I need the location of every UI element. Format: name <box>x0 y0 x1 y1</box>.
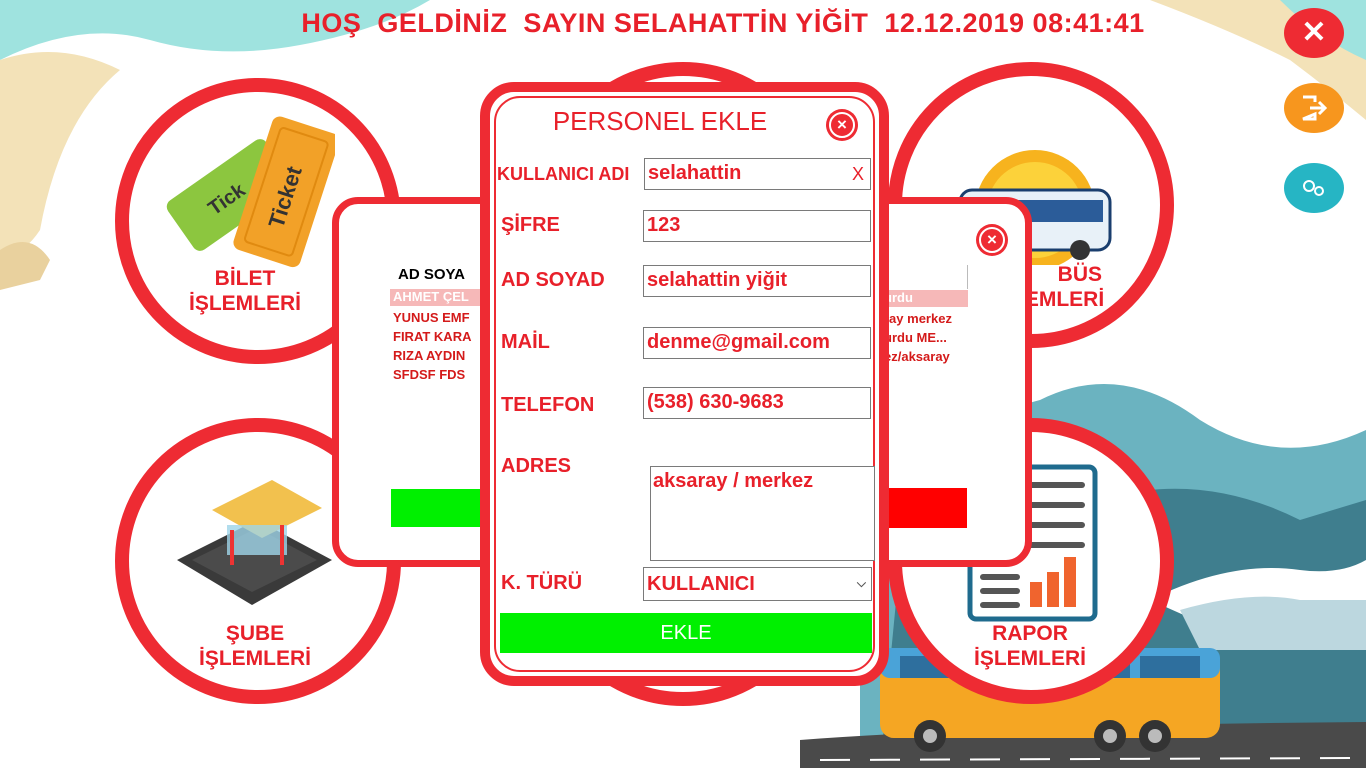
add-personnel-button[interactable]: EKLE <box>500 613 872 653</box>
user-type-label: K. TÜRÜ <box>501 572 583 594</box>
welcome-header: HOŞ GELDİNİZ SAYIN SELAHATTİN YİĞİT 12.1… <box>301 8 1145 38</box>
personnel-list-header: AD SOYA <box>398 266 465 283</box>
close-icon: ✕ <box>1301 16 1327 49</box>
dialog-title: PERSONEL EKLE <box>552 106 768 136</box>
list-item[interactable]: YUNUS EMF <box>393 308 470 327</box>
branch-menu-label: ŞUBE İŞLEMLERİ <box>198 622 311 670</box>
bus-stop-icon <box>177 480 332 605</box>
list-item[interactable]: ray merkez <box>884 309 952 328</box>
phone-input[interactable]: (538) 630-9683 <box>643 387 871 419</box>
username-label: KULLANICI ADI <box>497 164 630 184</box>
chevron-down-icon: ⌵ <box>856 576 866 590</box>
address-label: ADRES <box>501 455 572 477</box>
branch-list[interactable]: urdu ray merkez urdu ME... ez/aksaray <box>876 265 968 385</box>
ticket-menu-label: BİLET İŞLEMLERİ <box>188 267 301 315</box>
mail-input[interactable]: denme@gmail.com <box>643 327 871 359</box>
password-label: ŞİFRE <box>501 214 560 236</box>
clear-username-button[interactable]: X <box>852 164 864 185</box>
list-item[interactable]: urdu ME... <box>884 328 947 347</box>
user-type-select[interactable]: KULLANICI ⌵ <box>643 567 872 601</box>
close-icon: × <box>979 227 1005 253</box>
dialog-close-button[interactable]: × <box>826 109 858 141</box>
mail-label: MAİL <box>501 331 550 353</box>
branch-panel-close-button[interactable]: × <box>976 224 1008 256</box>
list-item[interactable]: urdu <box>876 290 968 307</box>
address-textarea[interactable]: aksaray / merkez <box>650 466 875 561</box>
ticket-icon: Tick Ticket <box>166 116 335 268</box>
logout-button[interactable] <box>1284 83 1344 133</box>
exit-app-button[interactable]: ✕ <box>1284 8 1344 58</box>
personnel-panel-green-button[interactable] <box>391 489 486 527</box>
password-input[interactable]: 123 <box>643 210 871 242</box>
report-menu-label: RAPOR İŞLEMLERİ <box>973 622 1086 670</box>
list-item[interactable]: RIZA AYDIN <box>393 346 465 365</box>
close-icon: × <box>829 112 855 138</box>
personnel-list[interactable]: AD SOYA AHMET ÇEL YUNUS EMF FIRAT KARA R… <box>390 262 485 387</box>
list-item[interactable]: AHMET ÇEL <box>390 289 485 306</box>
settings-button[interactable] <box>1284 163 1344 213</box>
fullname-label: AD SOYAD <box>501 269 605 291</box>
branch-panel-red-button[interactable] <box>878 488 967 528</box>
gears-icon <box>1303 180 1324 196</box>
fullname-input[interactable]: selahattin yiğit <box>643 265 871 297</box>
phone-label: TELEFON <box>501 394 595 416</box>
logout-icon <box>1302 95 1328 121</box>
list-item[interactable]: SFDSF FDS <box>393 365 465 384</box>
username-input[interactable]: selahattin X <box>644 158 871 190</box>
list-item[interactable]: FIRAT KARA <box>393 327 471 346</box>
list-item[interactable]: ez/aksaray <box>884 347 950 366</box>
